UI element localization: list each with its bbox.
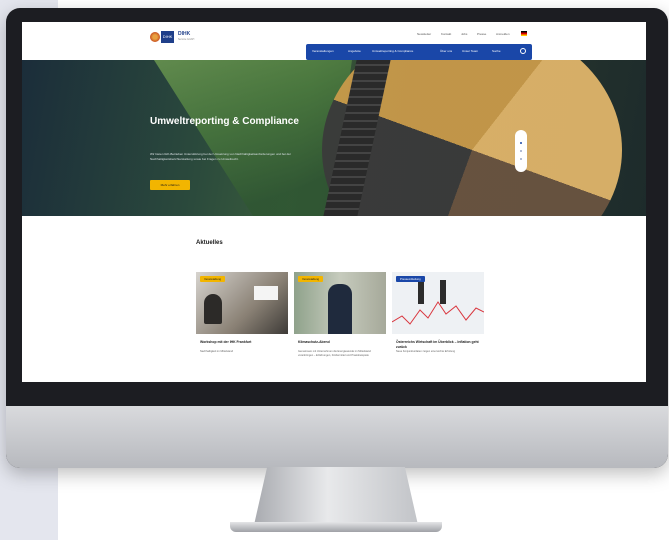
news-card-title[interactable]: Österreichs Wirtschaft im Überblick – In… [396,340,482,349]
news-card[interactable]: Veranstaltung Klimaschutz-Abend Gemeinsa… [294,272,386,382]
slider-dot-1[interactable] [520,142,522,144]
hero-title: Umweltreporting & Compliance [150,116,299,127]
person-silhouette [204,294,222,324]
news-card-title[interactable]: Klimaschutz-Abend [298,340,384,345]
news-card-text: Neue Konjunkturdaten zeigen eine leichte… [396,350,456,353]
monitor-stand [254,467,418,525]
logo-name[interactable]: DIHK [178,31,190,37]
slider-dot-3[interactable] [520,158,522,160]
hero-cta-button[interactable]: Mehr erfahren [150,180,190,190]
hero-landscape-image [154,60,352,216]
utility-link-kontakt[interactable]: Kontakt [441,32,451,36]
news-card-text: Nachhaltigkeit im Mittelstand [200,350,234,353]
monitor-stand-base [230,522,442,532]
nav-item-ueber-uns[interactable]: Über uns [440,49,452,53]
speaker-silhouette [328,284,352,334]
nav-item-veranstaltungen[interactable]: Veranstaltungen [312,49,334,53]
news-card-title[interactable]: Workshop mit der IHK Frankfurt [200,340,286,345]
utility-link-jobs[interactable]: Jobs [461,32,467,36]
news-card-badge: Veranstaltung [298,276,324,282]
news-card-text: Gemeinsam mit Unternehmen die Energiewen… [298,350,371,357]
main-navigation: Veranstaltungen Angebote Umweltreporting… [306,44,532,60]
news-card[interactable]: Pressemitteilung Österreichs Wirtschaft … [392,272,484,382]
nav-item-suche[interactable]: Suche [492,49,501,53]
website-screen: DIHK DIHK Service GmbH Newsletter Kontak… [22,22,646,382]
monitor-chin [6,406,668,468]
news-card-badge: Veranstaltung [200,276,226,282]
search-icon[interactable] [520,48,526,54]
utility-link-newsletter[interactable]: Newsletter [417,32,431,36]
nav-item-team[interactable]: Unser Team [462,49,478,53]
utility-link-presse[interactable]: Presse [477,32,486,36]
site-header: DIHK DIHK Service GmbH Newsletter Kontak… [22,22,646,60]
hero-description: Wir bieten IHK-Betrieben Unterstützung b… [150,152,291,161]
screen-image [254,286,278,300]
slider-dot-2[interactable] [520,150,522,152]
news-heading: Aktuelles [196,240,223,246]
language-flag-icon[interactable] [521,31,527,36]
logo-subtitle: Service GmbH [178,38,195,41]
utility-link-anmelden[interactable]: Anmelden [496,32,510,36]
news-card-badge: Pressemitteilung [396,276,425,282]
nav-item-umweltreporting[interactable]: Umweltreporting & Compliance [372,49,413,53]
hero-banner: Umweltreporting & Compliance Wir bieten … [22,60,646,216]
slider-control[interactable] [515,130,527,172]
nav-item-angebote[interactable]: Angebote [348,49,361,53]
news-card[interactable]: Veranstaltung Workshop mit der IHK Frank… [196,272,288,382]
logo-icon [150,32,160,42]
logo-box[interactable]: DIHK [161,31,174,43]
